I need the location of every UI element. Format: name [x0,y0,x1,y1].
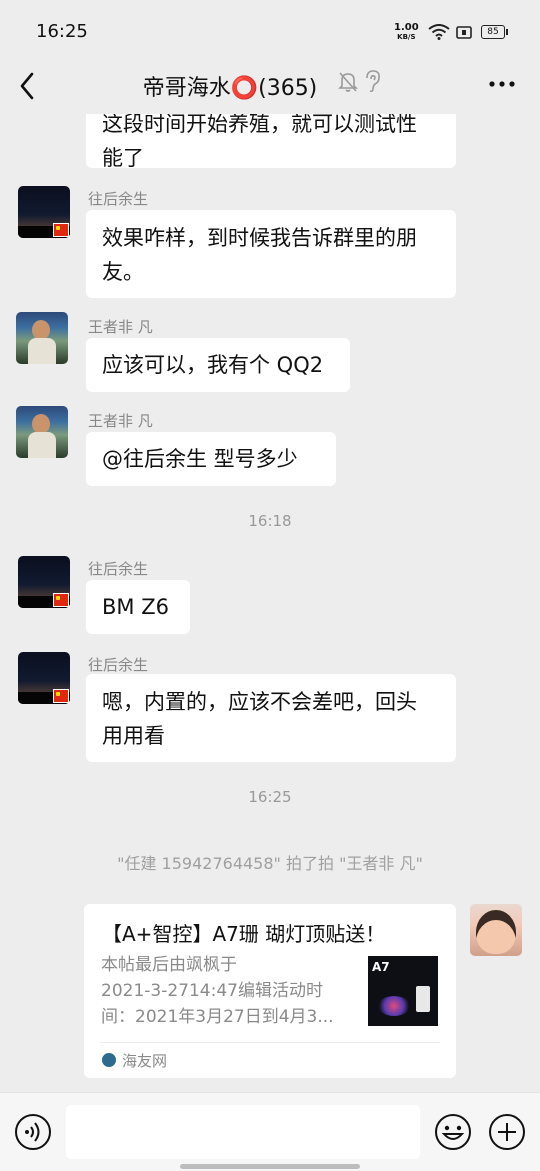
message-bubble[interactable]: BM Z6 [86,580,190,634]
time-separator: 16:18 [248,512,292,530]
sender-name: 王者非 凡 [88,412,153,430]
avatar[interactable] [16,312,68,364]
system-message: "任建 15942764458" 拍了拍 "王者非 凡" [117,854,423,873]
link-card-thumbnail: A7 [368,956,438,1026]
network-speed-value: 1.00 [394,22,419,33]
message-line: 这段时间开始养殖，就可以测试性 [102,114,417,136]
link-card-desc-line: 间：2021年3月27日到4月3... [101,1007,334,1027]
link-card-desc-line: 本帖最后由飒枫于 [101,955,237,975]
network-speed-unit: KB/S [397,33,416,41]
message-line: @往后余生 型号多少 [102,447,298,471]
more-dots-icon[interactable] [488,80,516,88]
message-bubble[interactable]: 嗯，内置的，应该不会差吧，回头 用用看 [86,674,456,762]
message-line: 用用看 [102,724,165,748]
phone-image [416,986,430,1012]
message-line: 应该可以，我有个 QQ2 [102,353,324,377]
ear-icon [366,70,380,93]
china-flag-icon [53,689,69,703]
time-separator: 16:25 [248,788,292,806]
my-avatar[interactable] [470,904,522,956]
battery-icon: 85 [481,25,508,39]
sender-name: 往后余生 [88,190,149,208]
coral-image [378,996,410,1016]
sender-name: 往后余生 [88,656,149,674]
mute-bell-icon [338,72,358,92]
china-flag-icon [53,223,69,237]
status-time: 16:25 [36,21,88,42]
message-line: BM Z6 [102,595,169,619]
divider [100,1042,440,1043]
link-card-source: 海友网 [122,1052,168,1070]
plus-icon[interactable] [488,1113,526,1151]
message-line: 效果咋样，到时候我告诉群里的朋 [102,226,417,250]
link-card-description: 本帖最后由飒枫于 2021-3-2714:47编辑活动时 间：2021年3月27… [101,952,351,1030]
message-bubble[interactable]: 这段时间开始养殖，就可以测试性 能了 [86,114,456,170]
link-card-desc-line: 2021-3-2714:47编辑活动时 [101,981,323,1001]
chat-title[interactable]: 帝哥海水⭕(365) [143,70,318,102]
sender-name: 往后余生 [88,560,149,578]
network-speed: 1.00 KB/S [394,22,419,42]
message-input[interactable] [66,1105,420,1159]
sim-icon [456,26,472,39]
sender-name: 王者非 凡 [88,318,153,336]
message-bubble[interactable]: 应该可以，我有个 QQ2 [86,338,350,392]
status-bar: 16:25 1.00 KB/S 85 [0,0,540,62]
wifi-icon [428,24,450,40]
link-card-title: 【A+智控】A7珊 瑚灯顶贴送！ [102,922,386,946]
chat-message-list[interactable]: 这段时间开始养殖，就可以测试性 能了 往后余生 效果咋样，到时候我告诉群里的朋 … [0,114,540,1090]
chat-title-wrap: 帝哥海水⭕(365) [0,70,540,102]
message-line: 友。 [102,260,144,284]
voice-icon[interactable] [14,1113,52,1151]
chat-header: 帝哥海水⭕(365) [0,62,540,114]
link-card[interactable]: 【A+智控】A7珊 瑚灯顶贴送！ 本帖最后由飒枫于 2021-3-2714:47… [84,904,456,1078]
message-bubble[interactable]: 效果咋样，到时候我告诉群里的朋 友。 [86,210,456,298]
message-bubble[interactable]: @往后余生 型号多少 [86,432,336,486]
thumbnail-label: A7 [372,960,390,974]
avatar[interactable] [16,406,68,458]
source-logo-icon [102,1053,116,1067]
china-flag-icon [53,593,69,607]
home-indicator[interactable] [180,1164,360,1169]
input-bar [0,1092,540,1171]
message-line: 嗯，内置的，应该不会差吧，回头 [102,690,417,714]
emoji-icon[interactable] [434,1113,472,1151]
message-line: 能了 [102,146,144,170]
